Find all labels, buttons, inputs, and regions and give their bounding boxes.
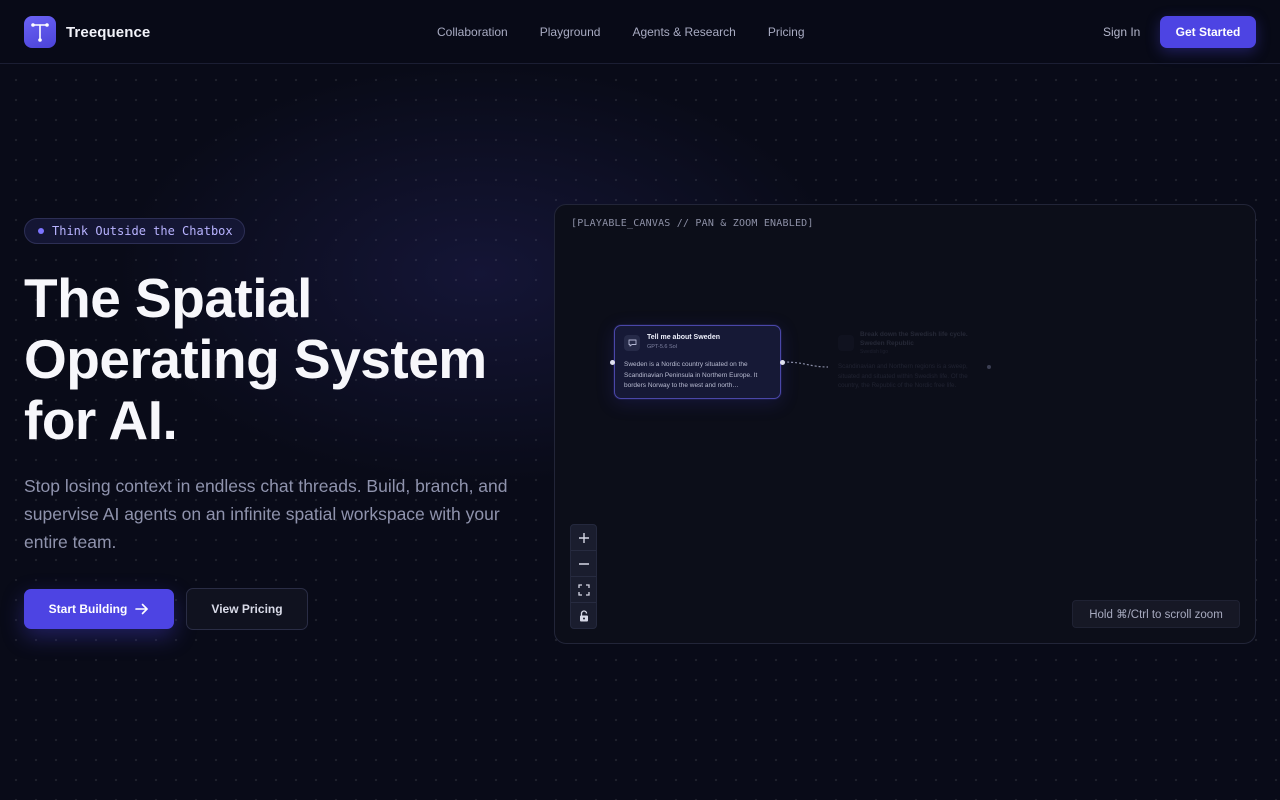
hero-title-line-3: for AI.	[24, 389, 178, 451]
fit-view-button[interactable]	[571, 577, 596, 603]
hero-title-line-1: The Spatial	[24, 267, 312, 329]
lock-icon	[579, 610, 588, 622]
node-output-port[interactable]	[780, 360, 785, 365]
hero-subtitle: Stop losing context in endless chat thre…	[24, 476, 508, 552]
zoom-out-button[interactable]	[571, 551, 596, 577]
node-input-port[interactable]	[610, 360, 615, 365]
ghost-node-title: Break down the Swedish life cycle. Swede…	[860, 331, 968, 347]
node-model: GPT-5.6 Sol	[647, 344, 677, 350]
top-navigation: Treequence Collaboration Playground Agen…	[0, 0, 1280, 64]
zoom-in-icon	[578, 532, 589, 543]
fit-view-icon	[577, 583, 590, 596]
get-started-button[interactable]: Get Started	[1160, 16, 1256, 48]
zoom-controls	[570, 524, 597, 629]
ghost-node-model: Swedish ligo	[860, 349, 889, 355]
badge-dot-icon	[38, 228, 44, 234]
arrow-right-icon	[135, 603, 149, 615]
hero-title: The Spatial Operating System for AI.	[24, 268, 544, 451]
zoom-hint: Hold ⌘/Ctrl to scroll zoom	[1072, 600, 1240, 628]
ghost-node-icon	[838, 335, 854, 351]
zoom-in-button[interactable]	[571, 525, 596, 551]
badge-text: Think Outside the Chatbox	[52, 224, 233, 238]
nav-link-agents-research[interactable]: Agents & Research	[632, 25, 735, 39]
treequence-logo-icon	[24, 16, 56, 48]
hero-badge: Think Outside the Chatbox	[24, 218, 245, 244]
lock-button[interactable]	[571, 603, 596, 628]
start-building-button[interactable]: Start Building	[24, 589, 174, 629]
nav-link-collaboration[interactable]: Collaboration	[437, 25, 508, 39]
playable-canvas[interactable]: [PLAYABLE_CANVAS // PAN & ZOOM ENABLED] …	[554, 204, 1256, 644]
start-building-label: Start Building	[48, 602, 128, 616]
node-title: Tell me about Sweden	[647, 334, 720, 341]
view-pricing-button[interactable]: View Pricing	[186, 588, 308, 630]
brand-logo[interactable]: Treequence	[24, 16, 150, 48]
nav-link-playground[interactable]: Playground	[540, 25, 601, 39]
ghost-node: Break down the Swedish life cycle. Swede…	[838, 331, 988, 399]
node-connector-edge	[782, 361, 829, 368]
node-body: Sweden is a Nordic country situated on t…	[624, 361, 758, 389]
zoom-out-icon	[578, 562, 589, 565]
nav-link-pricing[interactable]: Pricing	[768, 25, 805, 39]
sign-in-link[interactable]: Sign In	[1103, 25, 1140, 39]
ghost-node-port	[987, 365, 991, 369]
brand-name: Treequence	[66, 23, 151, 41]
chat-bubble-icon	[624, 335, 640, 351]
chat-node[interactable]: Tell me about Sweden GPT-5.6 Sol Sweden …	[614, 325, 781, 399]
ghost-node-body: Scandinavian and Northern regions is a s…	[838, 363, 968, 389]
hero-title-line-2: Operating System	[24, 328, 487, 390]
nav-links: Collaboration Playground Agents & Resear…	[421, 0, 821, 64]
